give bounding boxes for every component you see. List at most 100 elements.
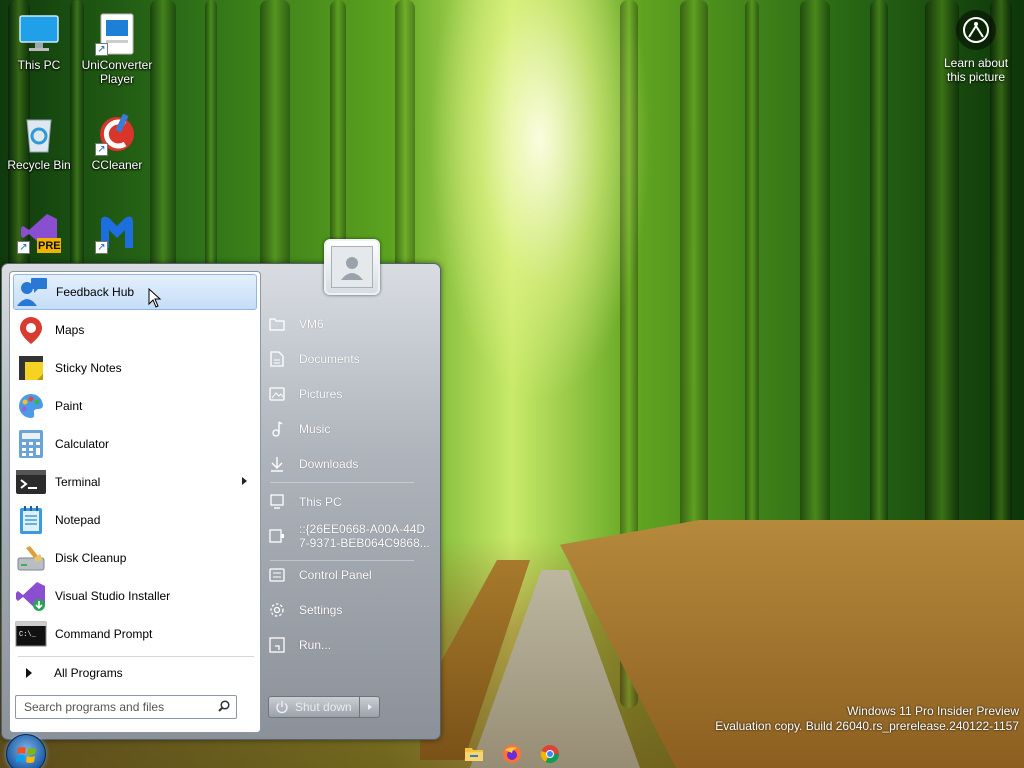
build-watermark: Windows 11 Pro Insider Preview Evaluatio… [715, 704, 1019, 734]
all-programs-button[interactable]: All Programs [13, 659, 257, 687]
desktop-icon-label: CCleaner [91, 158, 143, 172]
programs-separator [18, 656, 254, 657]
learn-about-picture[interactable]: Learn about this picture [936, 10, 1016, 84]
place-label: Pictures [299, 387, 343, 401]
visual-studio-icon: PRE ↗ [17, 210, 61, 254]
taskbar-chrome[interactable] [540, 744, 560, 764]
maps-icon [15, 314, 47, 346]
start-menu: Feedback Hub Maps Sticky Notes Paint Cal… [1, 239, 441, 740]
pictures-icon [268, 385, 286, 403]
program-label: Maps [55, 323, 85, 337]
program-paint[interactable]: Paint [13, 388, 257, 424]
place-label: Music [299, 422, 331, 436]
program-command-prompt[interactable]: C:\_ Command Prompt [13, 616, 257, 652]
shortcut-arrow-icon: ↗ [17, 241, 30, 254]
search-icon[interactable] [218, 700, 230, 712]
place-this-pc[interactable]: This PC [268, 492, 432, 512]
calculator-icon [15, 428, 47, 460]
visual-studio-installer-icon [15, 580, 47, 612]
start-orb-button[interactable] [6, 734, 46, 768]
place-documents[interactable]: Documents [268, 349, 432, 369]
disk-cleanup-icon [15, 542, 47, 574]
paint-icon [15, 390, 47, 422]
desktop-icon-this-pc[interactable]: This PC [0, 12, 78, 72]
program-calculator[interactable]: Calculator [13, 426, 257, 462]
search-input[interactable]: Search programs and files [15, 695, 237, 719]
shortcut-arrow-icon: ↗ [95, 143, 108, 156]
place-pictures[interactable]: Pictures [268, 384, 432, 404]
desktop-icon-visual-studio-preview[interactable]: PRE ↗ [0, 210, 78, 256]
search-placeholder: Search programs and files [24, 700, 165, 714]
preview-badge: PRE [38, 240, 61, 252]
uniconverter-player-icon: ↗ [95, 12, 139, 56]
place-vm6[interactable]: VM6 [268, 314, 432, 334]
place-label: Documents [299, 352, 360, 366]
terminal-icon [15, 466, 47, 498]
place-label: Settings [299, 603, 343, 617]
shortcut-arrow-icon: ↗ [95, 241, 108, 254]
control-panel-icon [268, 566, 286, 584]
malwarebytes-icon: ↗ [95, 210, 139, 254]
place-label: VM6 [299, 317, 324, 331]
program-notepad[interactable]: Notepad [13, 502, 257, 538]
shutdown-button[interactable]: Shut down [268, 696, 380, 718]
place-label-line2: 7-9371-BEB064C9868... [299, 536, 430, 550]
ccleaner-icon: ↗ [95, 112, 139, 156]
desktop-icon-label: UniConverter Player [81, 58, 153, 86]
expand-arrow-icon [26, 668, 32, 678]
programs-pane: Feedback Hub Maps Sticky Notes Paint Cal… [9, 271, 261, 733]
all-programs-label: All Programs [54, 666, 123, 680]
places-separator [270, 482, 414, 483]
watermark-line-edition: Windows 11 Pro Insider Preview [847, 704, 1019, 718]
spotlight-icon [956, 10, 996, 50]
mouse-cursor-icon [148, 288, 162, 308]
taskbar-file-explorer[interactable] [464, 744, 484, 764]
music-icon [268, 420, 286, 438]
place-device-guid[interactable]: ::{26EE0668-A00A-44D 7-9371-BEB064C9868..… [268, 520, 432, 552]
windows-logo-icon [16, 747, 36, 763]
program-terminal[interactable]: Terminal [13, 464, 257, 500]
desktop-icon-recycle-bin[interactable]: Recycle Bin [0, 112, 78, 172]
documents-icon [268, 350, 286, 368]
shutdown-options-arrow-icon[interactable] [359, 697, 379, 717]
place-run[interactable]: Run... [268, 635, 432, 655]
place-downloads[interactable]: Downloads [268, 454, 432, 474]
place-settings[interactable]: Settings [268, 600, 432, 620]
user-avatar[interactable] [324, 239, 380, 295]
place-label: ::{26EE0668-A00A-44D 7-9371-BEB064C9868..… [299, 522, 430, 550]
program-label: Feedback Hub [56, 285, 135, 299]
desktop-icon-ccleaner[interactable]: ↗ CCleaner [78, 112, 156, 172]
monitor-icon [17, 12, 61, 56]
notepad-icon [15, 504, 47, 536]
desktop-icon-malwarebytes[interactable]: ↗ [78, 210, 156, 256]
feedback-hub-icon [16, 276, 48, 308]
program-label: Disk Cleanup [55, 551, 127, 565]
program-feedback-hub[interactable]: Feedback Hub [13, 274, 257, 310]
place-label: Control Panel [299, 568, 372, 582]
watermark-line-build: Evaluation copy. Build 26040.rs_prerelea… [715, 719, 1019, 733]
program-sticky-notes[interactable]: Sticky Notes [13, 350, 257, 386]
program-label: Sticky Notes [55, 361, 122, 375]
shortcut-arrow-icon: ↗ [95, 43, 108, 56]
desktop-icon-uniconverter-player[interactable]: ↗ UniConverter Player [78, 12, 156, 86]
taskbar-firefox[interactable] [502, 744, 522, 764]
submenu-arrow-icon[interactable] [242, 477, 247, 485]
svg-text:C:\_: C:\_ [19, 631, 37, 639]
place-music[interactable]: Music [268, 419, 432, 439]
place-label: Downloads [299, 457, 359, 471]
downloads-icon [268, 455, 286, 473]
program-visual-studio-installer[interactable]: Visual Studio Installer [13, 578, 257, 614]
shutdown-label: Shut down [295, 700, 352, 714]
program-label: Command Prompt [55, 627, 153, 641]
settings-icon [268, 601, 286, 619]
place-label: This PC [299, 495, 342, 509]
desktop-icon-label: Recycle Bin [7, 158, 71, 172]
place-label: Run... [299, 638, 332, 652]
place-control-panel[interactable]: Control Panel [268, 565, 432, 585]
desktop-icon-label: This PC [17, 58, 61, 72]
user-icon [331, 246, 373, 288]
program-label: Visual Studio Installer [55, 589, 171, 603]
recycle-bin-icon [17, 112, 61, 156]
program-disk-cleanup[interactable]: Disk Cleanup [13, 540, 257, 576]
program-maps[interactable]: Maps [13, 312, 257, 348]
